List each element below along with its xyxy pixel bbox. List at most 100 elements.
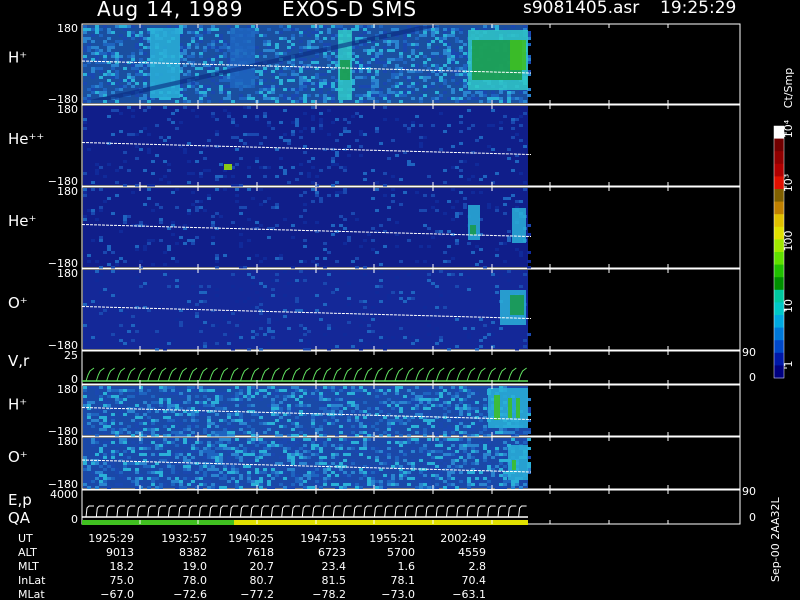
heatmap-cell [279,136,283,139]
heatmap-cell [235,392,239,395]
heatmap-cell [423,76,427,79]
heatmap-cell [267,318,271,321]
heatmap-cell [111,389,115,392]
heatmap-cell [363,483,367,486]
heatmap-cell [219,477,223,480]
heatmap-cell [315,34,319,37]
heatmap-cell [107,477,111,480]
footer-cell: 1940:25 [228,532,274,545]
heatmap-cell [443,453,447,456]
heatmap-cell [315,94,319,97]
heatmap-cell [243,465,247,468]
heatmap-cell [447,453,451,456]
heatmap-cell [379,401,383,404]
heatmap-cell [223,474,227,477]
heatmap-cell [327,251,331,254]
heatmap-cell [503,453,507,456]
heatmap-cell [119,257,123,260]
heatmap-cell [83,82,87,85]
heatmap-cell [171,471,175,474]
heatmap-cell [235,136,239,139]
heatmap-cell [187,453,191,456]
heatmap-cell [283,94,287,97]
heatmap-cell [395,407,399,410]
heatmap-cell [363,416,367,419]
heatmap-cell [291,422,295,425]
panel-label: V,r [8,352,30,370]
heatmap-cell [419,209,423,212]
heatmap-cell [303,191,307,194]
heatmap-cell [371,315,375,318]
heatmap-cell [259,413,263,416]
heatmap-cell [251,25,255,28]
heatmap-cell [263,333,267,336]
colorbar-segment [774,151,784,165]
heatmap-cell [151,263,155,266]
heatmap-cell [127,462,131,465]
heatmap-cell [103,386,107,389]
heatmap-cell [327,91,331,94]
heatmap-cell [279,471,283,474]
heatmap-cell [291,456,295,459]
heatmap-cell [319,404,323,407]
heatmap-cell [383,345,387,348]
heatmap-cell [311,422,315,425]
heatmap-cell [455,395,459,398]
heatmap-cell [223,315,227,318]
heatmap-cell [439,465,443,468]
heatmap-cell [351,462,355,465]
heatmap-cell [191,483,195,486]
heatmap-cell [127,106,131,109]
heatmap-cell [223,407,227,410]
heatmap-cell [147,477,151,480]
heatmap-cell [191,285,195,288]
heatmap-cell [407,70,411,73]
heatmap-cell [235,333,239,336]
heatmap-cell [331,291,335,294]
sweep-trace [270,367,280,382]
heatmap-cell [447,438,451,441]
heatmap-cell [331,483,335,486]
heatmap-cell [111,428,115,431]
right-tick-bottom: 0 [749,511,756,524]
heatmap-cell [215,422,219,425]
heatmap-cell [107,163,111,166]
heatmap-cell [423,444,427,447]
heatmap-cell [191,413,195,416]
heatmap-cell [167,169,171,172]
heatmap-cell [227,112,231,115]
heatmap-cell [475,407,479,410]
heatmap-cell [203,450,207,453]
heatmap-cell [203,157,207,160]
heatmap-cell [367,64,371,67]
heatmap-cell [287,61,291,64]
heatmap-cell [119,425,123,428]
heatmap-cell [427,58,431,61]
heatmap-cell [211,224,215,227]
heatmap-cell [367,477,371,480]
heatmap-cell [171,233,175,236]
heatmap-cell [163,453,167,456]
heatmap-cell [135,145,139,148]
heatmap-cell [331,386,335,389]
heatmap-cell [423,94,427,97]
heatmap-cell [255,254,259,257]
heatmap-cell [219,398,223,401]
heatmap-cell [87,94,91,97]
heatmap-cell [367,52,371,55]
heatmap-cell [379,336,383,339]
heatmap-cell [307,474,311,477]
heatmap-cell [311,100,315,103]
heatmap-cell [115,395,119,398]
heatmap-cell [95,85,99,88]
heatmap-cell [371,91,375,94]
heatmap-cell [263,428,267,431]
heatmap-cell [279,441,283,444]
heatmap-cell [91,462,95,465]
heatmap-cell [451,407,455,410]
heatmap-cell [199,94,203,97]
heatmap-cell [247,188,251,191]
heatmap-cell [299,431,303,434]
heatmap-cell [175,127,179,130]
heatmap-cell [423,194,427,197]
